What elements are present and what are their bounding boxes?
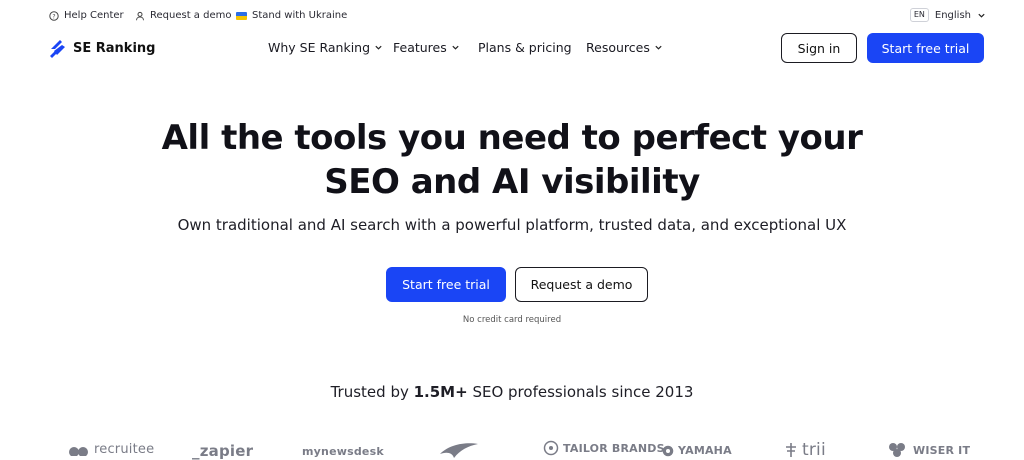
yamaha-tuning-fork-icon: [662, 445, 674, 456]
logo-mynewsdesk-text: mynewsdesk: [302, 445, 384, 458]
svg-text:?: ?: [52, 13, 55, 20]
ukraine-link[interactable]: Stand with Ukraine: [236, 10, 347, 21]
logo-trii-text: trii: [802, 440, 826, 460]
logo-text: SE Ranking: [73, 40, 156, 56]
logo-recruitee: recruitee: [68, 442, 154, 457]
chevron-down-icon: [655, 45, 662, 50]
hero-title-line-1: All the tools you need to perfect your: [161, 118, 863, 158]
hero-title: All the tools you need to perfect your S…: [0, 116, 1024, 204]
trusted-suffix: SEO professionals since 2013: [467, 383, 694, 401]
trusted-by-text: Trusted by 1.5M+ SEO professionals since…: [0, 383, 1024, 401]
utility-bar: ? Help Center Request a demo Stand with …: [0, 0, 1024, 32]
help-icon: ?: [49, 10, 59, 21]
hero-start-free-trial-button[interactable]: Start free trial: [386, 267, 506, 302]
nav-features-label: Features: [393, 40, 447, 55]
logo-yamaha-text: YAMAHA: [678, 444, 732, 457]
logo-mynewsdesk: mynewsdesk: [302, 445, 384, 458]
chevron-down-icon: [978, 13, 985, 18]
logo-trii: trii: [784, 440, 826, 460]
nav-plans-pricing-label: Plans & pricing: [478, 40, 572, 55]
request-demo-label: Request a demo: [150, 10, 232, 21]
mizuno-runbird-icon: [440, 443, 478, 458]
nav-start-free-trial-button[interactable]: Start free trial: [867, 33, 984, 63]
logo-zapier: _zapier: [192, 442, 253, 460]
logo-wiser-it: WISER IT: [887, 442, 970, 458]
logo-wiser-it-text: WISER IT: [913, 443, 971, 457]
trii-mark-icon: [786, 443, 796, 457]
nav-plans-pricing[interactable]: Plans & pricing: [478, 40, 572, 55]
language-selector[interactable]: EN English: [909, 8, 986, 22]
tailor-brands-mark-icon: [543, 440, 559, 456]
client-logos: recruitee _zapier mynewsdesk TAILOR BRAN…: [0, 440, 1024, 460]
nav-why-se-ranking[interactable]: Why SE Ranking: [268, 40, 383, 55]
hero-subtitle: Own traditional and AI search with a pow…: [177, 216, 847, 234]
logo-mark-icon: [50, 40, 65, 58]
no-credit-card-note: No credit card required: [462, 315, 562, 325]
nav-features[interactable]: Features: [393, 40, 460, 55]
trusted-prefix: Trusted by: [330, 383, 414, 401]
ukraine-label: Stand with Ukraine: [252, 10, 348, 21]
hero-title-line-2: SEO and AI visibility: [324, 162, 700, 202]
nav-resources[interactable]: Resources: [586, 40, 663, 55]
nav-why-se-ranking-label: Why SE Ranking: [268, 40, 371, 55]
wiser-it-mark-icon: [889, 443, 905, 457]
chevron-down-icon: [375, 45, 382, 50]
recruitee-mark-icon: [69, 446, 88, 456]
request-demo-link[interactable]: Request a demo: [135, 10, 231, 21]
help-center-label: Help Center: [64, 10, 124, 21]
language-label: English: [934, 9, 971, 21]
logo-mizuno: [438, 440, 480, 460]
logo-zapier-text: _zapier: [192, 442, 254, 460]
logo-recruitee-text: recruitee: [94, 442, 155, 457]
chevron-down-icon: [452, 45, 459, 50]
ukraine-flag-icon: [236, 11, 247, 20]
logo-yamaha: YAMAHA: [662, 444, 732, 457]
main-nav: SE Ranking Why SE Ranking Features Plans…: [0, 32, 1024, 64]
user-icon: [136, 11, 144, 20]
nav-resources-label: Resources: [586, 40, 650, 55]
help-center-link[interactable]: ? Help Center: [49, 10, 124, 21]
language-code: EN: [909, 8, 929, 22]
logo-tailor-brands-text: TAILOR BRANDS: [563, 441, 665, 455]
se-ranking-logo[interactable]: SE Ranking: [49, 38, 155, 58]
logo-tailor-brands: TAILOR BRANDS: [543, 440, 665, 456]
trusted-highlight: 1.5M+: [413, 383, 468, 401]
sign-in-button[interactable]: Sign in: [781, 33, 857, 63]
hero-request-demo-button[interactable]: Request a demo: [515, 267, 648, 302]
